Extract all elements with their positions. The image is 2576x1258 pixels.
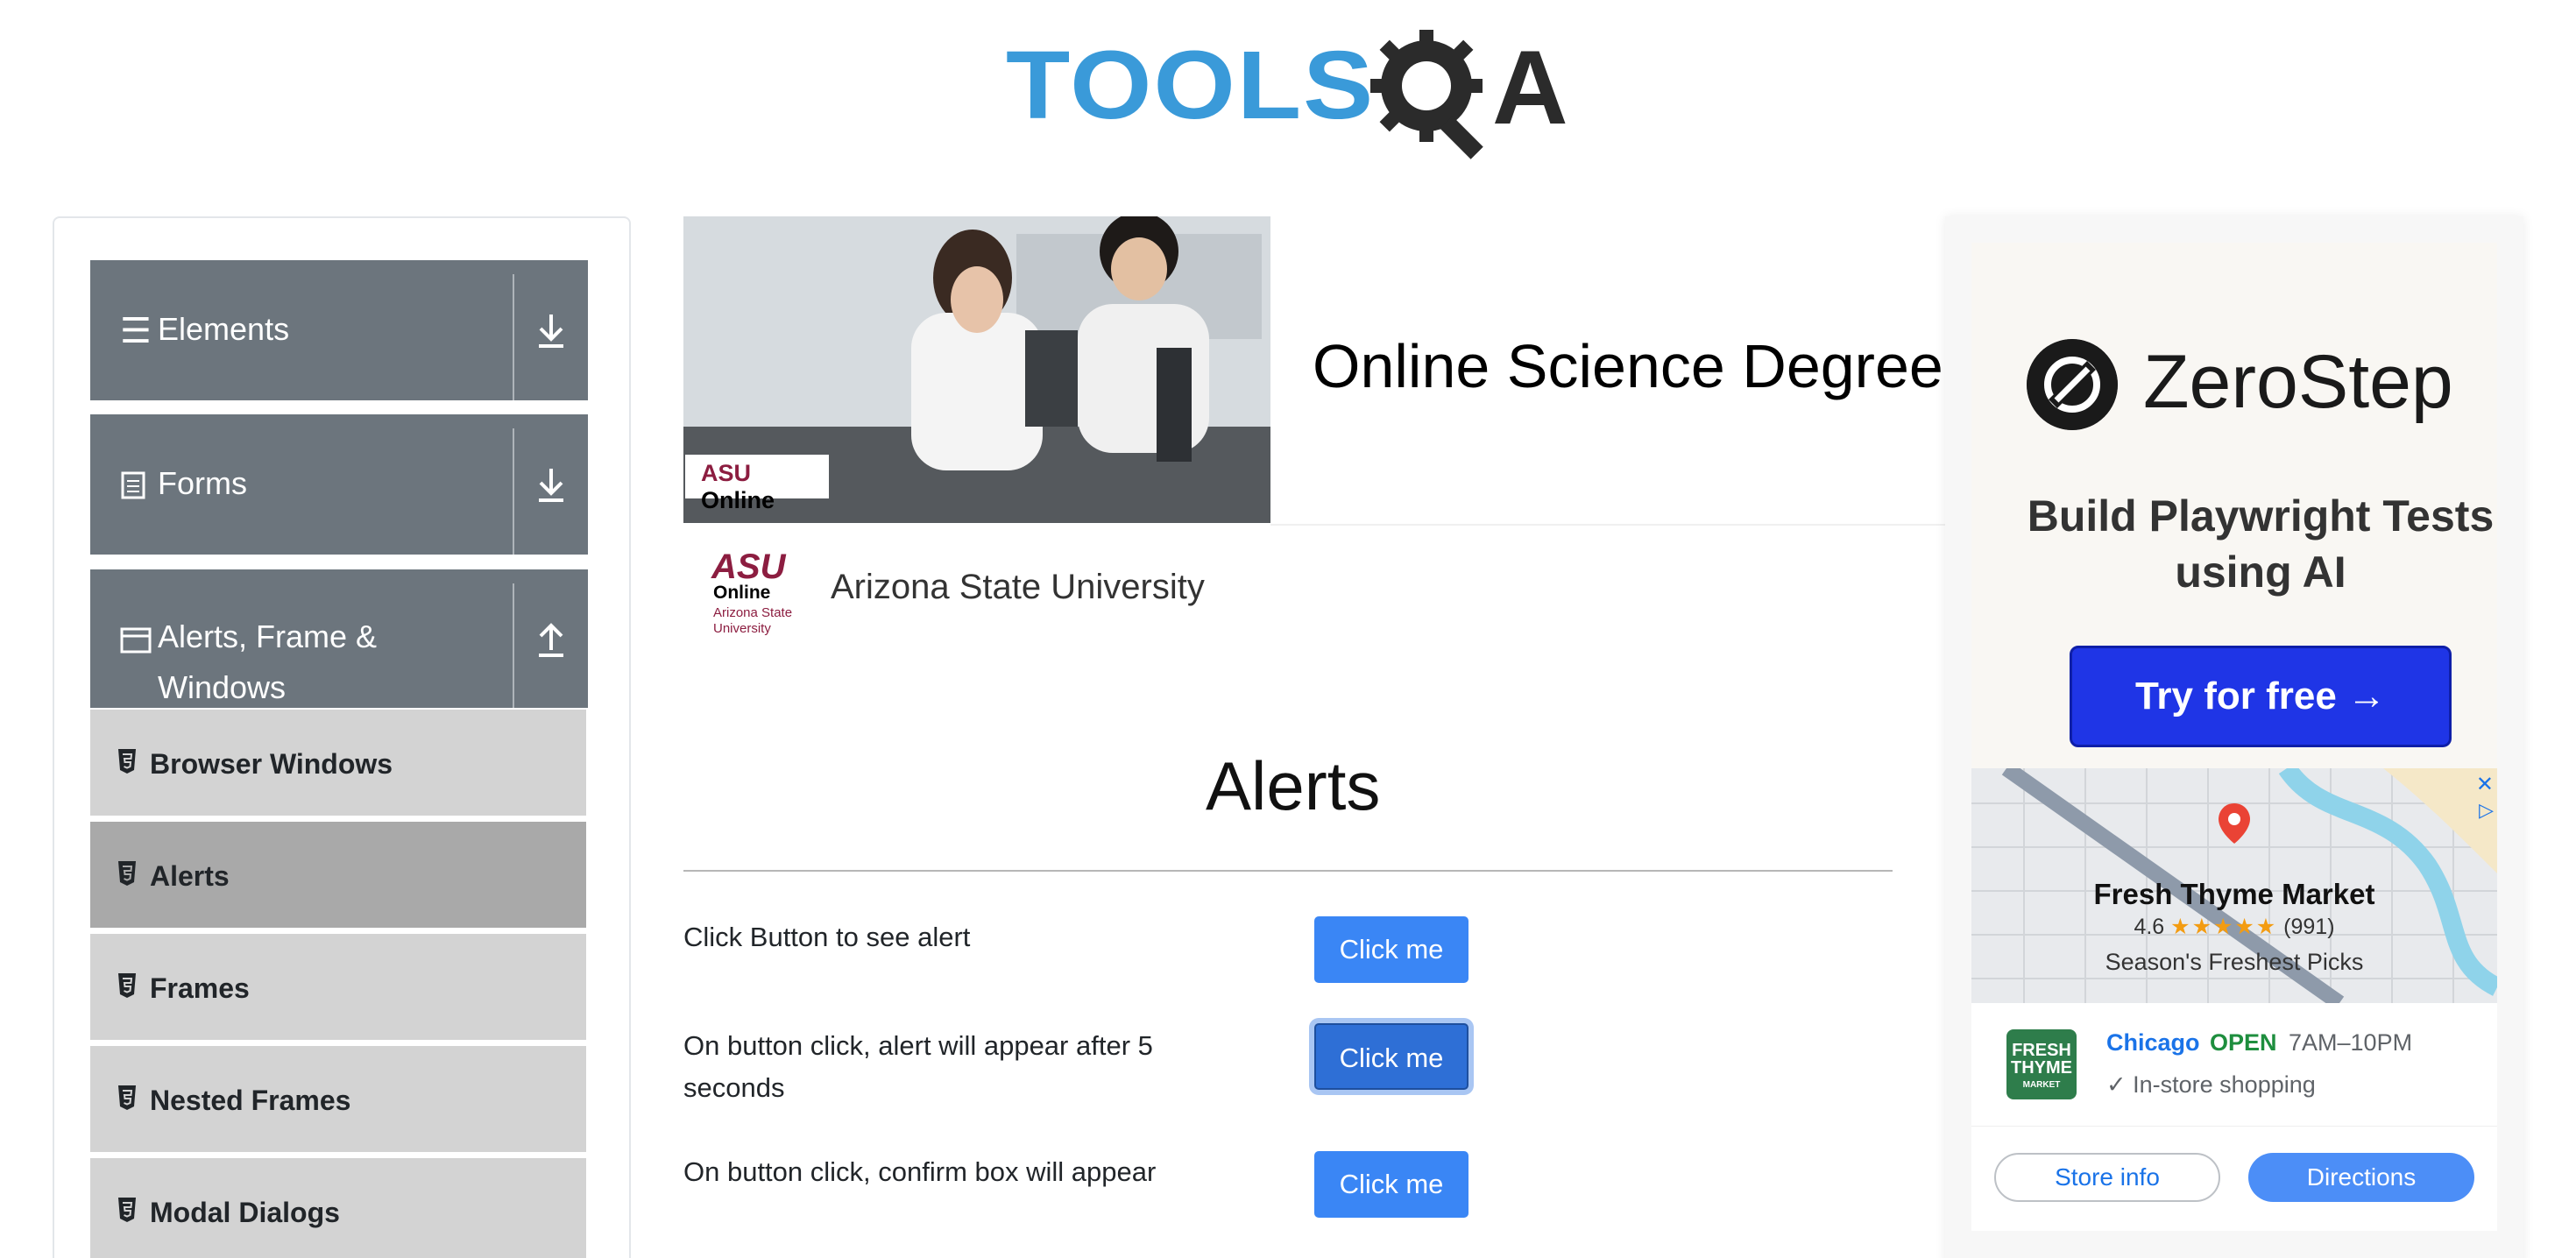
logo-line2: THYME (2011, 1058, 2072, 1078)
asu-logo-university: Arizona State University (713, 605, 793, 636)
gear-magnifier-icon (1370, 30, 1483, 159)
list-icon: ☰ (120, 311, 152, 351)
badge-word: Online (701, 487, 775, 513)
logo-text: TOOLS (1006, 31, 1376, 139)
asu-online-badge: ASU Online (685, 455, 829, 513)
html5-icon (118, 1198, 136, 1222)
download-icon (539, 314, 563, 348)
store-card[interactable]: FRESH THYME MARKET Chicago OPEN 7AM–10PM… (1971, 1003, 2497, 1126)
toolsqa-logo[interactable]: TOOLS A (1006, 25, 1575, 165)
logo-line1: FRESH (2012, 1041, 2071, 1060)
fresh-thyme-logo: FRESH THYME MARKET (2006, 1029, 2077, 1099)
menu-label: Alerts (150, 860, 230, 892)
advertiser-name[interactable]: Arizona State University (831, 568, 1205, 607)
store-feature: ✓ In-store shopping (2106, 1071, 2316, 1098)
sidebar-item-alerts[interactable]: Alerts (90, 822, 586, 930)
sidebar-item-modal-dialogs[interactable]: Modal Dialogs (90, 1158, 586, 1258)
zerostep-ad[interactable]: ZeroStep Build Playwright Tests using AI… (1971, 243, 2497, 768)
window-icon (120, 627, 152, 654)
sidebar-item-nested-frames[interactable]: Nested Frames (90, 1046, 586, 1155)
side-ad: ZeroStep Build Playwright Tests using AI… (1945, 216, 2523, 1258)
html5-icon (118, 749, 136, 774)
store-hours: 7AM–10PM (2289, 1029, 2413, 1056)
divider (513, 583, 514, 708)
rating-row: 4.6 ★★★★★ (991) (1971, 914, 2497, 940)
title-divider (683, 870, 1893, 872)
ad-divider (1270, 524, 1945, 526)
alert-row-label: Click Button to see alert (683, 922, 971, 952)
ad-headline[interactable]: Online Science Degree (1313, 331, 1943, 401)
store-actions: Store info Directions (1971, 1126, 2497, 1231)
divider (513, 274, 514, 400)
group-label-line2: Windows (158, 669, 287, 705)
group-label: Forms (158, 465, 247, 501)
menu-label: Frames (150, 972, 250, 1004)
upload-icon (539, 623, 563, 657)
confirm-button[interactable]: Click me (1314, 1151, 1468, 1218)
sidebar-item-frames[interactable]: Frames (90, 934, 586, 1042)
rating-value: 4.6 (2134, 915, 2165, 939)
badge-brand: ASU (701, 460, 752, 486)
logo-line3: MARKET (2022, 1080, 2061, 1090)
group-label: Elements (158, 311, 290, 347)
directions-button[interactable]: Directions (2248, 1153, 2474, 1202)
zerostep-tagline: Build Playwright Tests using AI (2027, 491, 2495, 597)
logo-accent: A (1492, 29, 1568, 146)
try-for-free-button[interactable]: Try for free → (2070, 646, 2452, 747)
alert-button[interactable]: Click me (1314, 916, 1468, 983)
group-alerts-frame-windows[interactable]: Alerts, Frame & Windows (90, 569, 588, 708)
timer-alert-row-label: On button click, alert will appear after… (683, 1030, 1153, 1103)
page-title: Alerts (1206, 747, 1381, 824)
document-icon (121, 471, 145, 499)
timer-alert-button[interactable]: Click me (1314, 1023, 1468, 1090)
zerostep-brand: ZeroStep (2143, 340, 2453, 424)
menu-label: Modal Dialogs (150, 1197, 340, 1228)
menu-label: Browser Windows (150, 748, 393, 780)
html5-icon (118, 1085, 136, 1110)
rating-stars-icon: ★★★★★ (2170, 915, 2278, 939)
confirm-row-label: On button click, confirm box will appear (683, 1156, 1157, 1187)
review-count: (991) (2283, 915, 2335, 939)
store-name: Fresh Thyme Market (2093, 878, 2375, 910)
ad-photo[interactable]: ASU Online (683, 216, 1270, 523)
store-info-button[interactable]: Store info (1994, 1153, 2220, 1202)
adchoices-icon[interactable]: ▷ (2479, 800, 2494, 822)
store-map[interactable]: ✕ ▷ Fresh Thyme Market 4.6 ★★★★★ (991) S… (1971, 768, 2497, 1003)
group-elements[interactable]: ☰ Elements (90, 260, 588, 400)
store-tagline: Season's Freshest Picks (2105, 949, 2364, 975)
group-label: Alerts, Frame & (158, 618, 378, 654)
store-status: OPEN (2210, 1029, 2277, 1056)
asu-logo-online: Online (713, 583, 771, 603)
divider (513, 428, 514, 555)
menu-label: Nested Frames (150, 1085, 351, 1116)
html5-icon (118, 973, 136, 998)
store-city[interactable]: Chicago (2106, 1029, 2200, 1057)
ad-close-icon[interactable]: ✕ (2476, 772, 2494, 796)
sidebar-item-browser-windows[interactable]: Browser Windows (90, 710, 586, 818)
zerostep-logo-icon (2027, 339, 2118, 430)
download-icon (539, 469, 563, 502)
asu-online-logo[interactable]: ASU Online Arizona State University (711, 548, 808, 640)
group-forms[interactable]: Forms (90, 414, 588, 555)
asu-logo-mark: ASU (711, 548, 786, 586)
html5-icon (118, 861, 136, 886)
